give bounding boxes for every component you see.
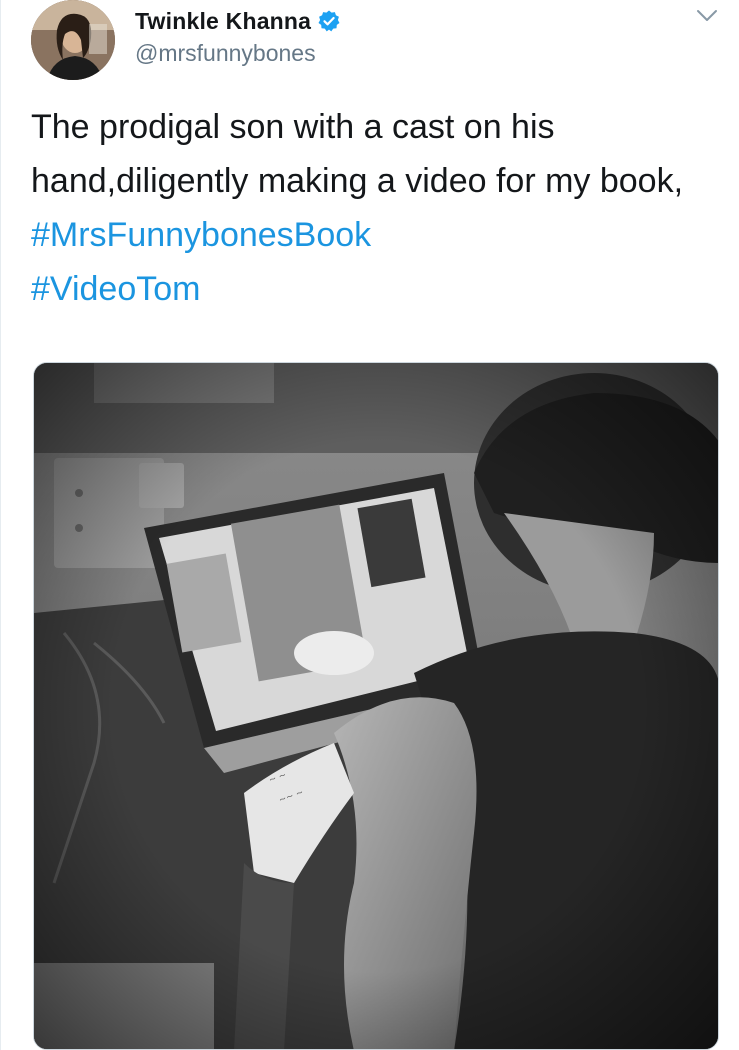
hashtag-link-videotom[interactable]: #VideoTom	[31, 270, 201, 308]
verified-badge-icon	[317, 9, 341, 33]
author-row: Twinkle Khanna	[135, 4, 739, 38]
author-display-name[interactable]: Twinkle Khanna	[135, 8, 311, 35]
chevron-down-icon[interactable]	[695, 8, 719, 24]
author-handle[interactable]: @mrsfunnybones	[135, 38, 739, 68]
avatar[interactable]	[31, 0, 115, 80]
tweet-media-photo[interactable]: ~ ~ ~~ ~	[33, 362, 719, 1050]
tweet-text: The prodigal son with a cast on his hand…	[31, 100, 721, 316]
tweet-card: Twinkle Khanna @mrsfunnybones The prodig…	[0, 0, 739, 1050]
photo-boy-with-laptop: ~ ~ ~~ ~	[34, 363, 718, 1049]
hashtag-link-mrsfunnybonesbook[interactable]: #MrsFunnybonesBook	[31, 216, 371, 254]
tweet-text-main: The prodigal son with a cast on his hand…	[31, 108, 684, 200]
avatar-photo	[31, 0, 115, 80]
tweet-header: Twinkle Khanna @mrsfunnybones	[135, 4, 739, 68]
